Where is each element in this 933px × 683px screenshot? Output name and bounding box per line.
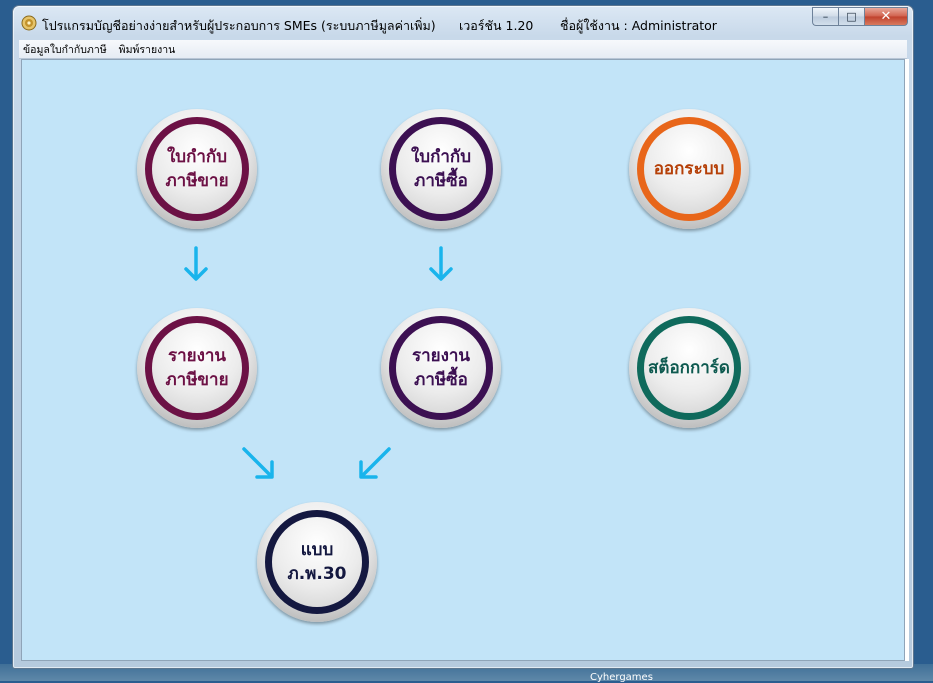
- user-label: ชื่อผู้ใช้งาน : Administrator: [560, 18, 717, 33]
- desktop-item-label: Cyhergames: [590, 672, 653, 683]
- maximize-button[interactable]: □: [838, 7, 864, 26]
- arrow-icon: [359, 447, 391, 479]
- purchase-tax-invoice-button[interactable]: ใบกำกับ ภาษีซื้อ: [381, 109, 501, 229]
- purchase-tax-invoice-ring: ใบกำกับ ภาษีซื้อ: [389, 117, 493, 221]
- seal-icon: [21, 15, 37, 31]
- sales-tax-invoice-label-1: ใบกำกับ: [166, 147, 227, 167]
- caption-buttons: – □ ✕: [812, 7, 908, 27]
- arrow-icon: [242, 447, 274, 479]
- minimize-icon: –: [822, 10, 829, 23]
- pp30-form-button[interactable]: แบบ ภ.พ.30: [257, 502, 377, 622]
- pp30-form-label-2: ภ.พ.30: [287, 564, 347, 584]
- pp30-form-ring: แบบ ภ.พ.30: [265, 510, 369, 614]
- minimize-button[interactable]: –: [812, 7, 838, 26]
- pp30-form-label-1: แบบ: [300, 540, 334, 560]
- stock-card-ring: สต็อกการ์ด: [637, 316, 741, 420]
- purchase-tax-invoice-label-1: ใบกำกับ: [410, 147, 471, 167]
- arrow-icon: [184, 246, 208, 281]
- menu-bar: ข้อมูลใบกำกับภาษี พิมพ์รายงาน: [19, 40, 907, 59]
- menu-item-tax-invoice-data[interactable]: ข้อมูลใบกำกับภาษี: [19, 41, 115, 58]
- sales-tax-report-label-1: รายงาน: [167, 346, 227, 366]
- sales-tax-report-ring: รายงาน ภาษีขาย: [145, 316, 249, 420]
- sales-tax-invoice-label-2: ภาษีขาย: [165, 171, 229, 191]
- app-window: โปรแกรมบัญชีอย่างง่ายสำหรับผู้ประกอบการ …: [12, 5, 914, 669]
- purchase-tax-report-button[interactable]: รายงาน ภาษีซื้อ: [381, 308, 501, 428]
- stock-card-label: สต็อกการ์ด: [648, 358, 730, 378]
- purchase-tax-report-label-1: รายงาน: [411, 346, 471, 366]
- client-edge: [905, 59, 909, 661]
- window-title: โปรแกรมบัญชีอย่างง่ายสำหรับผู้ประกอบการ …: [42, 18, 436, 33]
- logout-ring: ออกระบบ: [637, 117, 741, 221]
- menu-item-print-report[interactable]: พิมพ์รายงาน: [115, 41, 184, 58]
- version-label: เวอร์ชัน 1.20: [459, 18, 534, 33]
- close-button[interactable]: ✕: [864, 7, 908, 26]
- logout-button[interactable]: ออกระบบ: [629, 109, 749, 229]
- title-bar[interactable]: โปรแกรมบัญชีอย่างง่ายสำหรับผู้ประกอบการ …: [13, 6, 913, 38]
- maximize-icon: □: [846, 10, 857, 23]
- sales-tax-report-label-2: ภาษีขาย: [165, 370, 229, 390]
- sales-tax-report-button[interactable]: รายงาน ภาษีขาย: [137, 308, 257, 428]
- main-panel: ใบกำกับ ภาษีขาย ใบกำกับ ภาษีซื้อ ออกระบบ: [21, 59, 905, 661]
- purchase-tax-report-label-2: ภาษีซื้อ: [414, 370, 468, 390]
- logout-label: ออกระบบ: [653, 159, 725, 179]
- sales-tax-invoice-button[interactable]: ใบกำกับ ภาษีขาย: [137, 109, 257, 229]
- sales-tax-invoice-ring: ใบกำกับ ภาษีขาย: [145, 117, 249, 221]
- arrow-icon: [429, 246, 453, 281]
- close-icon: ✕: [880, 9, 892, 24]
- stock-card-button[interactable]: สต็อกการ์ด: [629, 308, 749, 428]
- purchase-tax-report-ring: รายงาน ภาษีซื้อ: [389, 316, 493, 420]
- purchase-tax-invoice-label-2: ภาษีซื้อ: [414, 171, 468, 191]
